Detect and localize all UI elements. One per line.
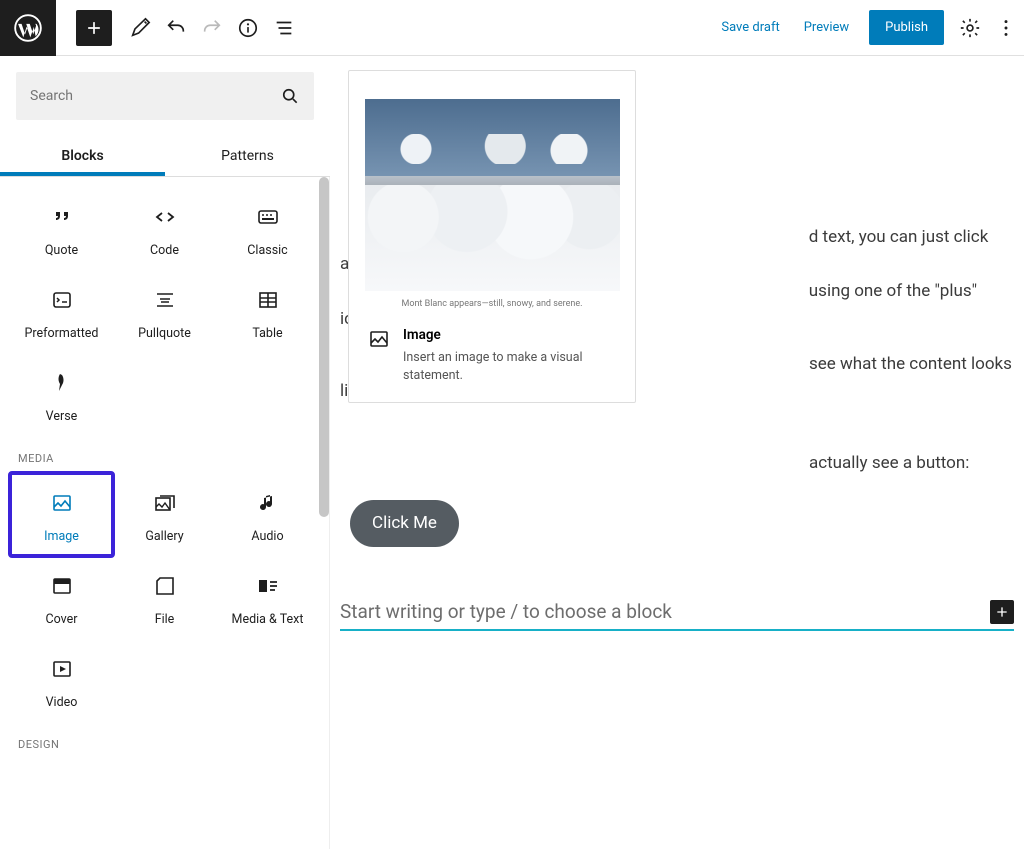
block-label: Gallery: [145, 529, 183, 544]
block-label: Verse: [46, 409, 78, 424]
cover-icon: [50, 574, 74, 598]
video-icon: [50, 657, 74, 681]
search-icon: [280, 86, 300, 106]
gallery-icon: [153, 491, 177, 515]
block-label: Table: [252, 326, 282, 341]
verse-icon: [50, 371, 74, 395]
settings-button[interactable]: [952, 10, 988, 46]
block-preview-description: Insert an image to make a visual stateme…: [403, 349, 617, 384]
block-preformatted[interactable]: Preformatted: [10, 270, 113, 353]
inserter-search[interactable]: [16, 72, 314, 120]
image-icon: [367, 327, 391, 351]
block-label: Quote: [45, 243, 78, 258]
search-input[interactable]: [30, 88, 280, 104]
section-design-label: DESIGN: [10, 722, 319, 759]
block-classic[interactable]: Classic: [216, 187, 319, 270]
redo-button[interactable]: [194, 10, 230, 46]
info-icon: [237, 17, 259, 39]
more-vertical-icon: [995, 17, 1017, 39]
plus-icon: [84, 18, 104, 38]
block-verse[interactable]: Verse: [10, 353, 113, 436]
quote-icon: [50, 205, 74, 229]
table-icon: [256, 288, 280, 312]
paragraph-block[interactable]: XXXXXXXXXXXXXXXXXXXXXXXXXXXXXXXXXXXXXXXX…: [340, 450, 1014, 477]
edit-icon: [129, 17, 151, 39]
options-button[interactable]: [988, 10, 1024, 46]
tools-button[interactable]: [122, 10, 158, 46]
inserter-scroll-area[interactable]: Quote Code Classic Preformatted: [0, 177, 330, 849]
undo-icon: [165, 17, 187, 39]
toggle-inserter-button[interactable]: [76, 10, 112, 46]
pullquote-icon: [153, 288, 177, 312]
file-icon: [153, 574, 177, 598]
paragraph-text: actually see a button:: [809, 453, 969, 473]
inline-inserter-button[interactable]: [990, 600, 1014, 624]
gear-icon: [959, 17, 981, 39]
details-button[interactable]: [230, 10, 266, 46]
block-table[interactable]: Table: [216, 270, 319, 353]
inserter-scrollbar[interactable]: [319, 177, 329, 517]
audio-icon: [256, 491, 280, 515]
block-label: Video: [46, 695, 78, 710]
block-label: File: [155, 612, 175, 627]
block-code[interactable]: Code: [113, 187, 216, 270]
tab-patterns[interactable]: Patterns: [165, 136, 330, 176]
block-placeholder-text: Start writing or type / to choose a bloc…: [340, 597, 982, 627]
tab-blocks[interactable]: Blocks: [0, 136, 165, 176]
list-view-icon: [273, 17, 295, 39]
block-file[interactable]: File: [113, 556, 216, 639]
classic-icon: [256, 205, 280, 229]
block-image[interactable]: Image: [10, 473, 113, 556]
block-quote[interactable]: Quote: [10, 187, 113, 270]
block-preview-popover: Mont Blanc appears—still, snowy, and ser…: [348, 70, 636, 403]
image-icon: [50, 491, 74, 515]
plus-icon: [994, 604, 1010, 620]
block-label: Classic: [247, 243, 287, 258]
button-block[interactable]: Click Me: [350, 500, 459, 547]
block-label: Image: [44, 529, 79, 544]
code-icon: [153, 205, 177, 229]
block-preview-image: [365, 99, 620, 291]
block-label: Pullquote: [138, 326, 191, 341]
wordpress-logo[interactable]: [0, 0, 56, 56]
block-label: Audio: [251, 529, 283, 544]
publish-button[interactable]: Publish: [869, 10, 944, 45]
block-media-text[interactable]: Media & Text: [216, 556, 319, 639]
block-video[interactable]: Video: [10, 639, 113, 722]
wordpress-icon: [14, 14, 42, 42]
media-text-icon: [256, 574, 280, 598]
outline-button[interactable]: [266, 10, 302, 46]
block-label: Media & Text: [232, 612, 304, 627]
empty-paragraph-block[interactable]: Start writing or type / to choose a bloc…: [340, 597, 1014, 631]
block-inserter-panel: Blocks Patterns Quote Code Classic: [0, 56, 330, 849]
block-preview-caption: Mont Blanc appears—still, snowy, and ser…: [349, 299, 635, 309]
section-media-label: MEDIA: [10, 436, 319, 473]
block-pullquote[interactable]: Pullquote: [113, 270, 216, 353]
block-label: Preformatted: [25, 326, 99, 341]
preformatted-icon: [50, 288, 74, 312]
undo-button[interactable]: [158, 10, 194, 46]
redo-icon: [201, 17, 223, 39]
block-label: Cover: [45, 612, 77, 627]
inserter-tabs: Blocks Patterns: [0, 136, 330, 177]
save-draft-button[interactable]: Save draft: [709, 12, 791, 43]
editor-top-bar: Save draft Preview Publish: [0, 0, 1024, 56]
block-label: Code: [150, 243, 179, 258]
preview-button[interactable]: Preview: [792, 12, 861, 43]
block-cover[interactable]: Cover: [10, 556, 113, 639]
block-gallery[interactable]: Gallery: [113, 473, 216, 556]
block-audio[interactable]: Audio: [216, 473, 319, 556]
block-preview-title: Image: [403, 327, 617, 343]
